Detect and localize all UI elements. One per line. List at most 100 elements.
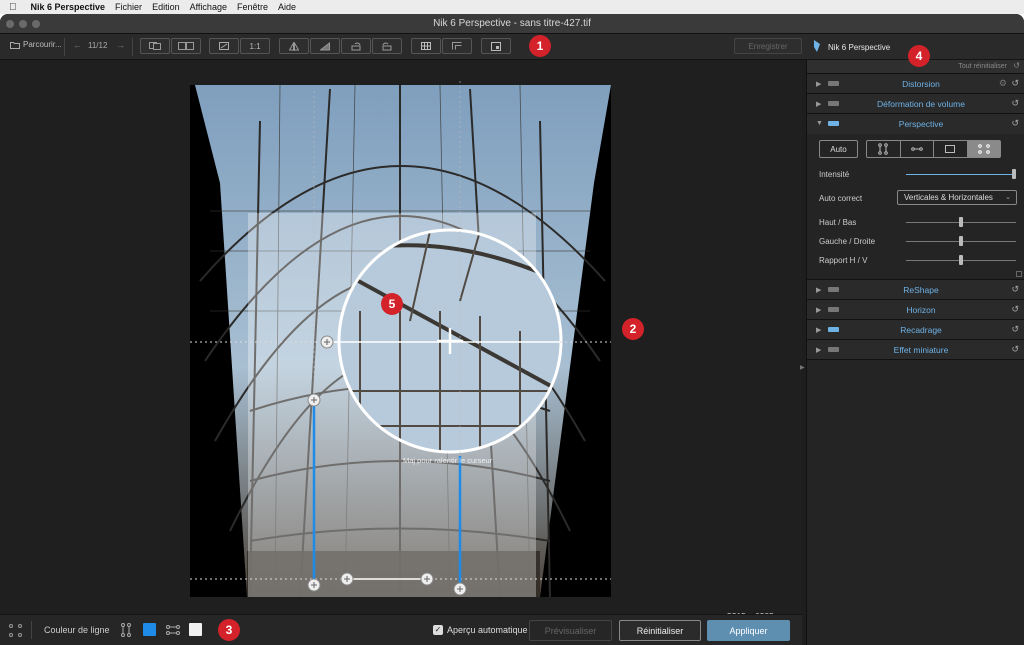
undo-icon[interactable]: ↺ bbox=[1011, 304, 1019, 315]
reset-all-label[interactable]: Tout réinitialiser bbox=[958, 63, 1007, 70]
undo-icon[interactable]: ↺ bbox=[1011, 118, 1019, 129]
section-deformation[interactable]: ▶ Déformation de volume ↺ bbox=[807, 94, 1024, 114]
gauche-droite-slider[interactable] bbox=[906, 236, 1016, 246]
preview-button[interactable]: Prévisualiser bbox=[529, 620, 612, 641]
split-icon bbox=[178, 42, 194, 50]
slider-label-haut-bas: Haut / Bas bbox=[819, 218, 857, 227]
menu-affichage[interactable]: Affichage bbox=[190, 2, 227, 12]
undo-icon[interactable]: ↺ bbox=[1011, 344, 1019, 355]
horizontal-mode-icon bbox=[910, 147, 923, 151]
flip-vertical-button[interactable] bbox=[279, 38, 309, 54]
next-image-arrow-icon[interactable]: → bbox=[116, 40, 125, 50]
image-canvas[interactable]: Maj pour ralentir le curseur 5215 x 6385… bbox=[0, 61, 805, 621]
haut-bas-slider[interactable] bbox=[906, 217, 1016, 227]
minimize-window-button[interactable] bbox=[19, 20, 27, 28]
section-perspective-label: Perspective bbox=[898, 119, 944, 129]
image-counter: 11/12 bbox=[88, 41, 108, 50]
mode-rectangle-button[interactable] bbox=[934, 141, 968, 157]
menu-fichier[interactable]: Fichier bbox=[115, 2, 142, 12]
rotate-right-icon bbox=[382, 42, 392, 50]
slider-label-rapport: Rapport H / V bbox=[819, 256, 868, 265]
grid-button[interactable] bbox=[411, 38, 441, 54]
horizontal-color-swatch[interactable] bbox=[189, 623, 202, 636]
save-label: Enregistrer bbox=[748, 41, 788, 51]
rapport-slider[interactable] bbox=[906, 255, 1016, 265]
fit-icon bbox=[219, 42, 229, 50]
rotate-right-button[interactable] bbox=[372, 38, 402, 54]
split-view-button[interactable] bbox=[171, 38, 201, 54]
vertical-line-icon bbox=[121, 623, 131, 637]
undo-icon[interactable]: ↺ bbox=[1011, 284, 1019, 295]
crop-overlay-button[interactable] bbox=[442, 38, 472, 54]
filter-icon bbox=[828, 81, 839, 86]
app-window: Nik 6 Perspective - sans titre-427.tif P… bbox=[0, 14, 1024, 645]
mode-points-button[interactable] bbox=[967, 141, 1000, 157]
reset-button[interactable]: Réinitialiser bbox=[619, 620, 701, 641]
menu-edition[interactable]: Edition bbox=[152, 2, 180, 12]
menu-fenetre[interactable]: Fenêtre bbox=[237, 2, 268, 12]
undo-icon[interactable]: ↺ bbox=[1011, 98, 1019, 109]
flip-horizontal-button[interactable] bbox=[310, 38, 340, 54]
crop-icon bbox=[452, 42, 462, 50]
expand-arrow-icon: ▶ bbox=[816, 307, 822, 314]
section-deformation-label: Déformation de volume bbox=[877, 99, 965, 109]
nik-logo-icon bbox=[814, 40, 820, 52]
section-reshape[interactable]: ▶ ReShape ↺ bbox=[807, 280, 1024, 300]
annotation-badge-3: 3 bbox=[218, 619, 240, 641]
rapport-slider-knob[interactable] bbox=[959, 255, 963, 265]
filter-icon bbox=[828, 287, 839, 292]
image-preview[interactable] bbox=[0, 61, 802, 614]
collapse-panel-arrow-icon[interactable]: ▶ bbox=[800, 364, 805, 371]
browse-button[interactable]: Parcourir... bbox=[10, 40, 62, 49]
auto-button[interactable]: Auto bbox=[819, 140, 858, 158]
zoom-1to1-button[interactable]: 1:1 bbox=[240, 38, 270, 54]
flip-icon bbox=[289, 41, 299, 51]
rotate-left-icon bbox=[351, 42, 361, 50]
section-horizon[interactable]: ▶ Horizon ↺ bbox=[807, 300, 1024, 320]
intensity-slider[interactable] bbox=[906, 169, 1016, 179]
section-reshape-label: ReShape bbox=[903, 285, 939, 295]
compare-view-button[interactable] bbox=[140, 38, 170, 54]
reset-all-undo-icon[interactable]: ↺ bbox=[1013, 61, 1020, 70]
panel-settings-button[interactable] bbox=[481, 38, 511, 54]
section-effet-miniature[interactable]: ▶ Effet miniature ↺ bbox=[807, 340, 1024, 360]
filter-icon bbox=[828, 347, 839, 352]
window-title: Nik 6 Perspective - sans titre-427.tif bbox=[433, 18, 591, 29]
prev-image-arrow-icon[interactable]: ← bbox=[73, 40, 82, 50]
adjustments-panel: Tout réinitialiser ↺ ▶ Distorsion ⚙ ↺ ▶ … bbox=[806, 60, 1024, 645]
vertical-color-swatch[interactable] bbox=[143, 623, 156, 636]
section-distorsion[interactable]: ▶ Distorsion ⚙ ↺ bbox=[807, 74, 1024, 94]
save-button[interactable]: Enregistrer bbox=[734, 38, 802, 54]
control-points-icon[interactable] bbox=[9, 624, 22, 637]
apple-icon[interactable]:  bbox=[9, 2, 17, 13]
toolbar: Parcourir... ← 11/12 → 1:1 Enregistrer bbox=[0, 34, 806, 60]
expand-arrow-icon: ▶ bbox=[816, 327, 822, 334]
collapse-section-icon[interactable] bbox=[1016, 271, 1022, 277]
settings-icon[interactable]: ⚙ bbox=[999, 78, 1007, 89]
auto-correct-select[interactable]: Verticales & Horizontales ⌄ bbox=[897, 190, 1017, 205]
section-perspective[interactable]: ▼ Perspective ↺ bbox=[807, 114, 1024, 134]
haut-bas-slider-knob[interactable] bbox=[959, 217, 963, 227]
undo-icon[interactable]: ↺ bbox=[1011, 78, 1019, 89]
zoom-window-button[interactable] bbox=[32, 20, 40, 28]
fit-screen-button[interactable] bbox=[209, 38, 239, 54]
expand-arrow-icon: ▶ bbox=[816, 347, 822, 354]
mode-horizontal-button[interactable] bbox=[901, 141, 934, 157]
section-recadrage[interactable]: ▶ Recadrage ↺ bbox=[807, 320, 1024, 340]
intensity-slider-knob[interactable] bbox=[1012, 169, 1016, 179]
horizontal-line-icon bbox=[166, 625, 180, 635]
filter-icon bbox=[828, 121, 839, 126]
menu-aide[interactable]: Aide bbox=[278, 2, 296, 12]
filter-icon bbox=[828, 327, 839, 332]
gauche-droite-slider-knob[interactable] bbox=[959, 236, 963, 246]
apply-button[interactable]: Appliquer bbox=[707, 620, 790, 641]
magnifier-hint: Maj pour ralentir le curseur bbox=[403, 456, 493, 465]
undo-icon[interactable]: ↺ bbox=[1011, 324, 1019, 335]
menu-app-name[interactable]: Nik 6 Perspective bbox=[31, 2, 106, 12]
slider-label-gauche-droite: Gauche / Droite bbox=[819, 237, 876, 246]
close-window-button[interactable] bbox=[6, 20, 14, 28]
mode-vertical-button[interactable] bbox=[867, 141, 901, 157]
auto-preview-checkbox[interactable]: ✓ bbox=[433, 625, 443, 635]
folder-icon bbox=[10, 41, 20, 49]
rotate-left-button[interactable] bbox=[341, 38, 371, 54]
